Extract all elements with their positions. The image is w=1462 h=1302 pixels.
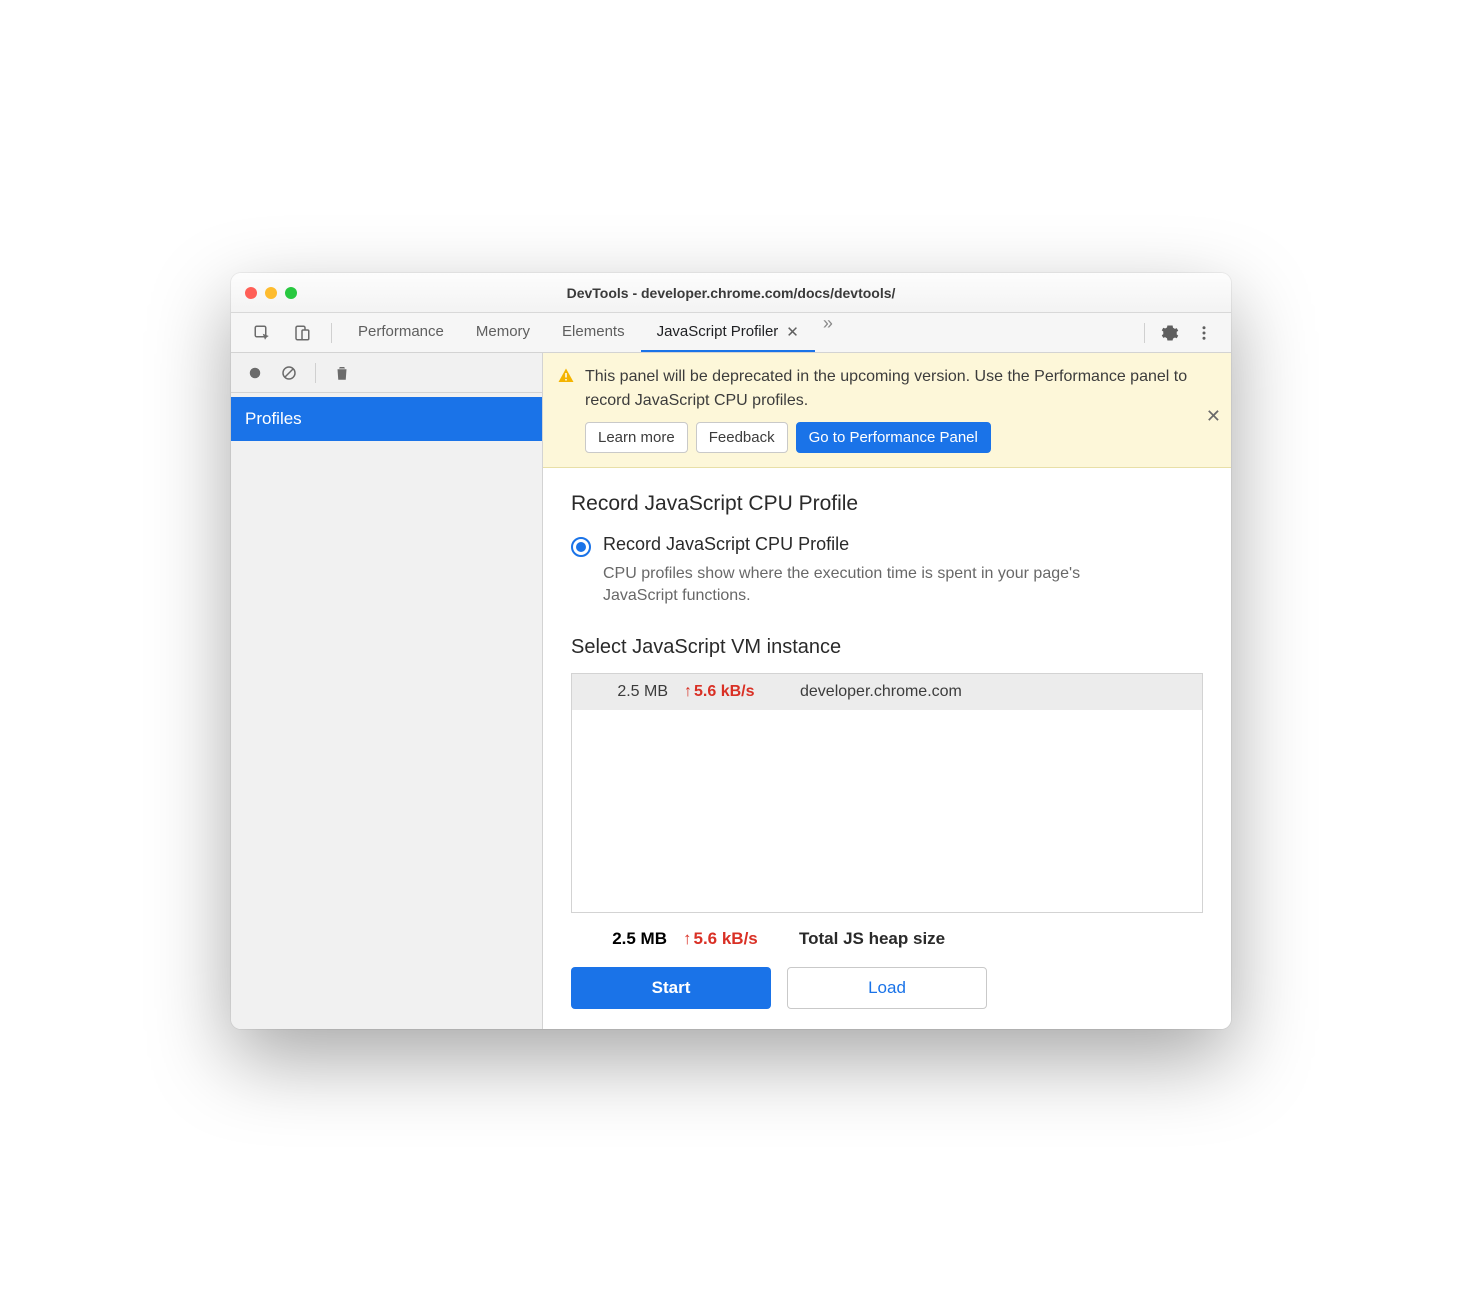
device-toolbar-icon[interactable] [287, 318, 317, 348]
sidebar-item-profiles[interactable]: Profiles [231, 397, 542, 441]
divider [315, 363, 316, 383]
vm-rate: 5.6 kB/s [684, 683, 784, 701]
vm-size: 2.5 MB [588, 683, 668, 701]
arrow-up-icon [684, 683, 692, 701]
total-rate: 5.6 kB/s [683, 929, 783, 949]
notice-text: This panel will be deprecated in the upc… [585, 365, 1217, 411]
tab-label: JavaScript Profiler [657, 323, 779, 340]
tabbar: Performance Memory Elements JavaScript P… [231, 313, 1231, 353]
delete-icon[interactable] [328, 359, 356, 387]
tab-label: Performance [358, 323, 444, 340]
feedback-button[interactable]: Feedback [696, 422, 788, 453]
start-button[interactable]: Start [571, 967, 771, 1009]
total-size: 2.5 MB [587, 929, 667, 949]
divider [1144, 323, 1145, 343]
learn-more-button[interactable]: Learn more [585, 422, 688, 453]
radio-label: Record JavaScript CPU Profile [603, 534, 849, 555]
inspect-element-icon[interactable] [247, 318, 277, 348]
devtools-window: DevTools - developer.chrome.com/docs/dev… [231, 273, 1231, 1028]
goto-performance-button[interactable]: Go to Performance Panel [796, 422, 991, 453]
sidebar-item-label: Profiles [245, 409, 302, 428]
load-button[interactable]: Load [787, 967, 987, 1009]
arrow-up-icon [683, 929, 692, 949]
tab-performance[interactable]: Performance [342, 313, 460, 352]
total-label: Total JS heap size [799, 929, 945, 949]
tab-javascript-profiler[interactable]: JavaScript Profiler ✕ [641, 313, 815, 352]
window-title: DevTools - developer.chrome.com/docs/dev… [231, 285, 1231, 301]
tab-elements[interactable]: Elements [546, 313, 641, 352]
kebab-menu-icon[interactable] [1189, 318, 1219, 348]
deprecation-notice: This panel will be deprecated in the upc… [543, 353, 1231, 467]
vm-host: developer.chrome.com [800, 683, 962, 701]
settings-icon[interactable] [1155, 318, 1185, 348]
vm-instance-list: 2.5 MB 5.6 kB/s developer.chrome.com [571, 673, 1203, 913]
record-icon[interactable] [241, 359, 269, 387]
sidebar: Profiles [231, 353, 543, 1028]
tab-label: Memory [476, 323, 530, 340]
main-panel: This panel will be deprecated in the upc… [543, 353, 1231, 1028]
titlebar: DevTools - developer.chrome.com/docs/dev… [231, 273, 1231, 313]
vm-heading: Select JavaScript VM instance [571, 636, 1203, 659]
vm-instance-row[interactable]: 2.5 MB 5.6 kB/s developer.chrome.com [572, 674, 1202, 710]
section-heading: Record JavaScript CPU Profile [571, 492, 1203, 516]
radio-description: CPU profiles show where the execution ti… [603, 563, 1123, 608]
profile-type-radio[interactable] [571, 537, 591, 557]
sidebar-toolbar [231, 353, 542, 393]
tab-label: Elements [562, 323, 625, 340]
close-notice-icon[interactable]: ✕ [1206, 406, 1221, 427]
tab-memory[interactable]: Memory [460, 313, 546, 352]
divider [331, 323, 332, 343]
close-tab-icon[interactable]: ✕ [786, 323, 799, 341]
clear-icon[interactable] [275, 359, 303, 387]
vm-totals: 2.5 MB 5.6 kB/s Total JS heap size [571, 929, 1203, 949]
more-tabs-icon[interactable]: » [815, 313, 841, 352]
warning-icon [557, 367, 575, 411]
